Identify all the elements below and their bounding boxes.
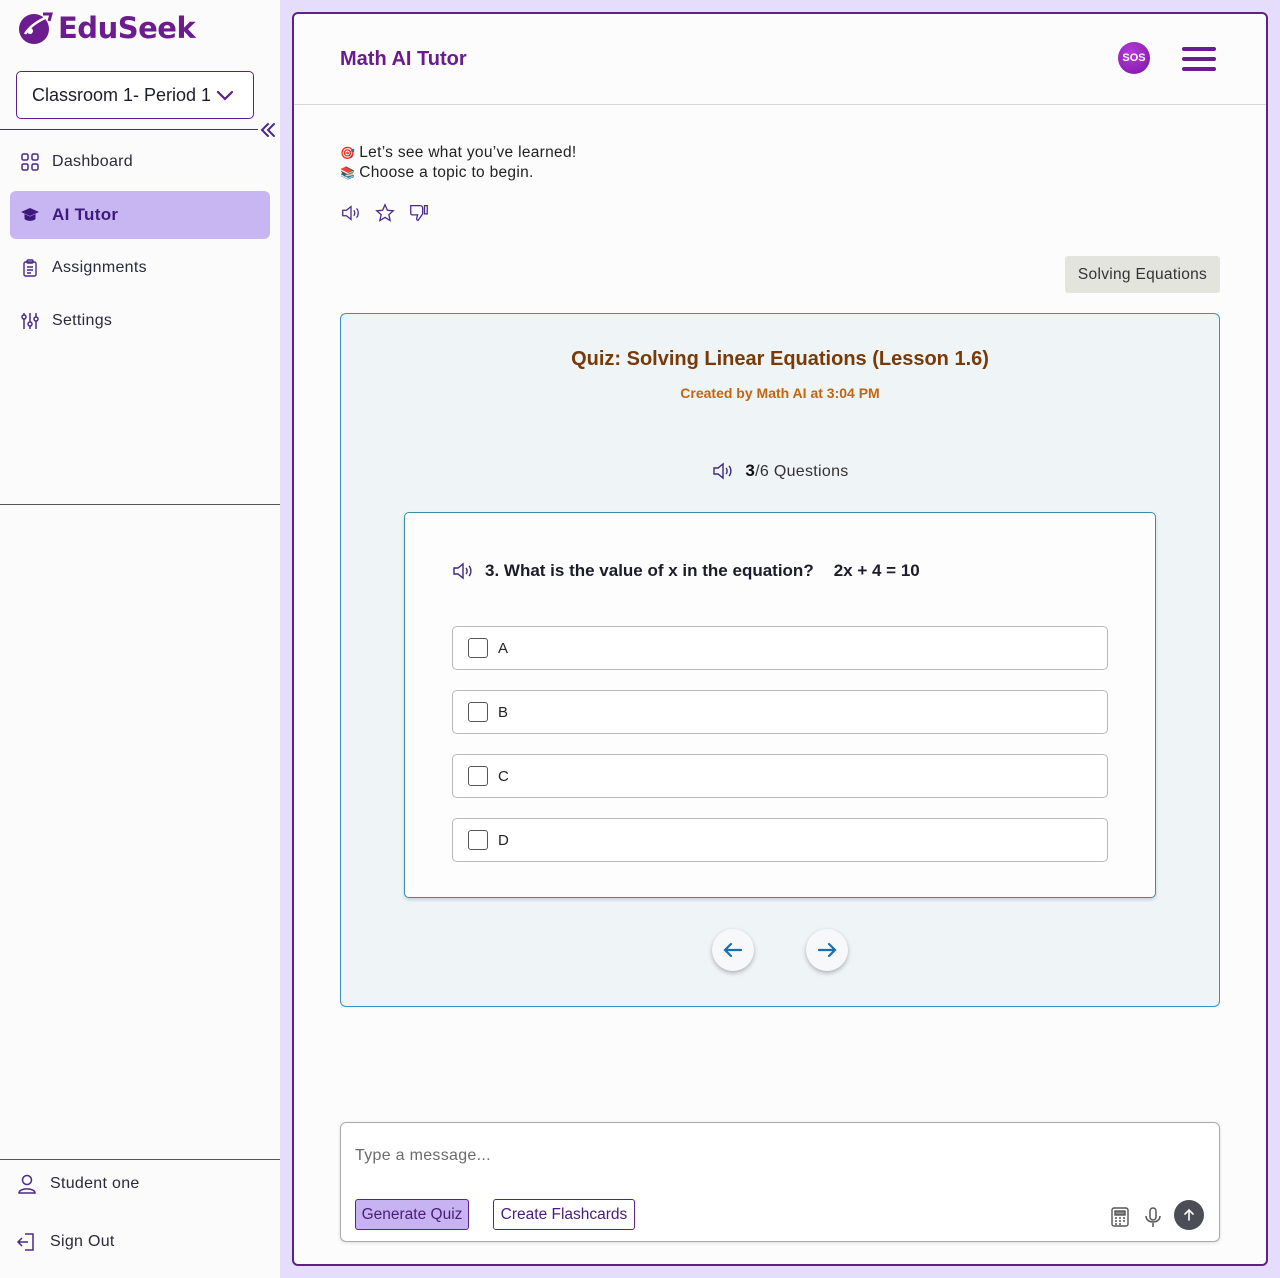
question-label: 3. What is the value of x in the equatio… [485,561,814,580]
option-checkbox[interactable] [468,766,488,786]
arrow-right-icon [817,942,837,958]
option-label: D [498,831,509,849]
tutor-message-line1: Let’s see what you’ve learned! [359,144,577,161]
sidebar: EduSeek Classroom 1- Period 1 Dashboard … [0,0,280,1278]
brand-name: EduSeek [58,11,196,45]
user-name: Student one [50,1175,140,1192]
sidebar-item-label: Settings [52,312,113,329]
clipboard-icon [23,259,37,277]
sliders-icon [21,313,39,329]
sidebar-item-assignments[interactable]: Assignments [10,244,270,292]
sidebar-divider [0,129,258,130]
sidebar-item-ai-tutor[interactable]: AI Tutor [10,191,270,239]
sidebar-nav: Dashboard AI Tutor Assignments Settings [10,138,270,350]
answer-option-c[interactable]: C [452,754,1108,798]
user-icon [18,1174,36,1194]
speaker-icon[interactable] [451,559,475,583]
message-composer: Generate Quiz Create Flashcards [340,1122,1220,1242]
speaker-icon[interactable] [711,459,735,483]
quiz-progress: 3/6 Questions [341,459,1219,483]
sidebar-divider [0,504,280,505]
main-panel: Math AI Tutor SOS 🎯 Let’s see what you’ve… [292,12,1268,1266]
thumbs-down-icon[interactable] [408,202,430,224]
sos-button[interactable]: SOS [1118,42,1150,74]
star-icon[interactable] [374,202,396,224]
sign-out-icon [16,1233,34,1251]
send-button[interactable] [1174,1200,1204,1230]
chevron-down-icon [216,90,234,101]
quiz-card: Quiz: Solving Linear Equations (Lesson 1… [340,313,1220,1007]
option-label: A [498,639,509,657]
sign-out-label: Sign Out [50,1233,115,1250]
message-actions [340,202,430,224]
arrow-up-icon [1184,1208,1194,1221]
collapse-sidebar-icon[interactable] [259,121,277,139]
target-icon: 🎯 [340,146,356,160]
page-title: Math AI Tutor [340,48,467,70]
answer-option-b[interactable]: B [452,690,1108,734]
topic-chip[interactable]: Solving Equations [1065,256,1220,293]
tutor-message-line2: Choose a topic to begin. [359,164,534,181]
logo-icon [19,12,53,44]
books-icon: 📚 [340,166,356,180]
brand-logo[interactable]: EduSeek [16,10,196,46]
option-label: B [498,703,509,721]
grid-icon [21,153,39,171]
quiz-title: Quiz: Solving Linear Equations (Lesson 1… [571,348,989,370]
answer-option-a[interactable]: A [452,626,1108,670]
option-checkbox[interactable] [468,830,488,850]
speaker-icon[interactable] [340,202,362,224]
question-card: 3. What is the value of x in the equatio… [404,512,1156,898]
header: Math AI Tutor SOS [294,14,1266,105]
quiz-subtitle: Created by Math AI at 3:04 PM [680,385,880,401]
next-question-button[interactable] [806,929,848,971]
quiz-total-text: /6 Questions [755,463,849,480]
sidebar-item-dashboard[interactable]: Dashboard [10,138,270,186]
classroom-select-value: Classroom 1- Period 1 [32,84,212,105]
sign-out-button[interactable]: Sign Out [16,1228,115,1256]
sidebar-divider [0,1159,280,1160]
create-flashcards-button[interactable]: Create Flashcards [493,1199,635,1230]
user-profile[interactable]: Student one [16,1170,140,1198]
arrow-left-icon [723,942,743,958]
sidebar-item-label: AI Tutor [52,205,119,224]
microphone-icon[interactable] [1141,1205,1165,1229]
message-input[interactable] [355,1141,1095,1171]
tutor-message: 🎯 Let’s see what you’ve learned! 📚 Choose … [340,143,577,183]
sidebar-item-settings[interactable]: Settings [10,297,270,345]
classroom-select[interactable]: Classroom 1- Period 1 [16,71,254,119]
calculator-icon[interactable] [1108,1205,1132,1229]
question-equation: 2x + 4 = 10 [833,561,920,580]
option-label: C [498,767,509,785]
generate-quiz-button[interactable]: Generate Quiz [355,1199,469,1230]
quiz-current-number: 3 [745,461,756,480]
question-text: 3. What is the value of x in the equatio… [451,559,920,583]
option-checkbox[interactable] [468,702,488,722]
hamburger-menu-icon[interactable] [1182,47,1216,71]
previous-question-button[interactable] [712,929,754,971]
sidebar-item-label: Dashboard [52,153,133,170]
option-checkbox[interactable] [468,638,488,658]
answer-option-d[interactable]: D [452,818,1108,862]
graduation-cap-icon [21,208,39,221]
sidebar-item-label: Assignments [52,259,147,276]
